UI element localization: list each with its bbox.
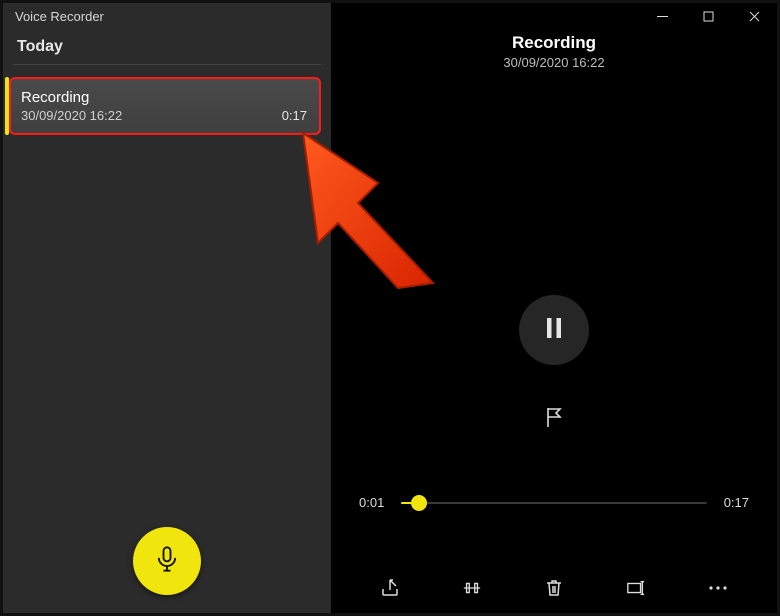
record-button[interactable]: [133, 527, 201, 595]
section-today-label: Today: [3, 32, 331, 64]
elapsed-time: 0:01: [359, 495, 389, 510]
recording-title: Recording: [21, 89, 309, 106]
pause-icon: [544, 316, 564, 345]
delete-button[interactable]: [541, 577, 567, 603]
trim-icon: [462, 578, 482, 603]
more-button[interactable]: [705, 577, 731, 603]
window-close-button[interactable]: [731, 3, 777, 33]
trim-button[interactable]: [459, 577, 485, 603]
minimize-icon: [657, 9, 668, 27]
maximize-icon: [703, 9, 714, 27]
share-button[interactable]: [377, 577, 403, 603]
share-icon: [380, 578, 400, 603]
close-icon: [749, 9, 760, 27]
app-title: Voice Recorder: [3, 3, 331, 32]
player-timestamp: 30/09/2020 16:22: [331, 55, 777, 70]
selection-accent: [5, 77, 9, 135]
pause-button[interactable]: [519, 295, 589, 365]
recording-duration: 0:17: [282, 108, 307, 123]
flag-icon: [544, 406, 564, 433]
more-icon: [708, 578, 728, 603]
rename-button[interactable]: [623, 577, 649, 603]
player-title: Recording: [331, 33, 777, 53]
rename-icon: [626, 578, 646, 603]
seek-thumb[interactable]: [411, 495, 427, 511]
add-marker-button[interactable]: [538, 403, 570, 435]
mic-icon: [153, 545, 181, 578]
delete-icon: [544, 578, 564, 603]
divider: [13, 64, 321, 65]
seek-slider[interactable]: [401, 502, 707, 504]
window-maximize-button[interactable]: [685, 3, 731, 33]
total-time: 0:17: [719, 495, 749, 510]
window-minimize-button[interactable]: [639, 3, 685, 33]
recording-timestamp: 30/09/2020 16:22: [21, 108, 309, 123]
recording-list-item[interactable]: Recording 30/09/2020 16:22 0:17: [9, 77, 321, 135]
